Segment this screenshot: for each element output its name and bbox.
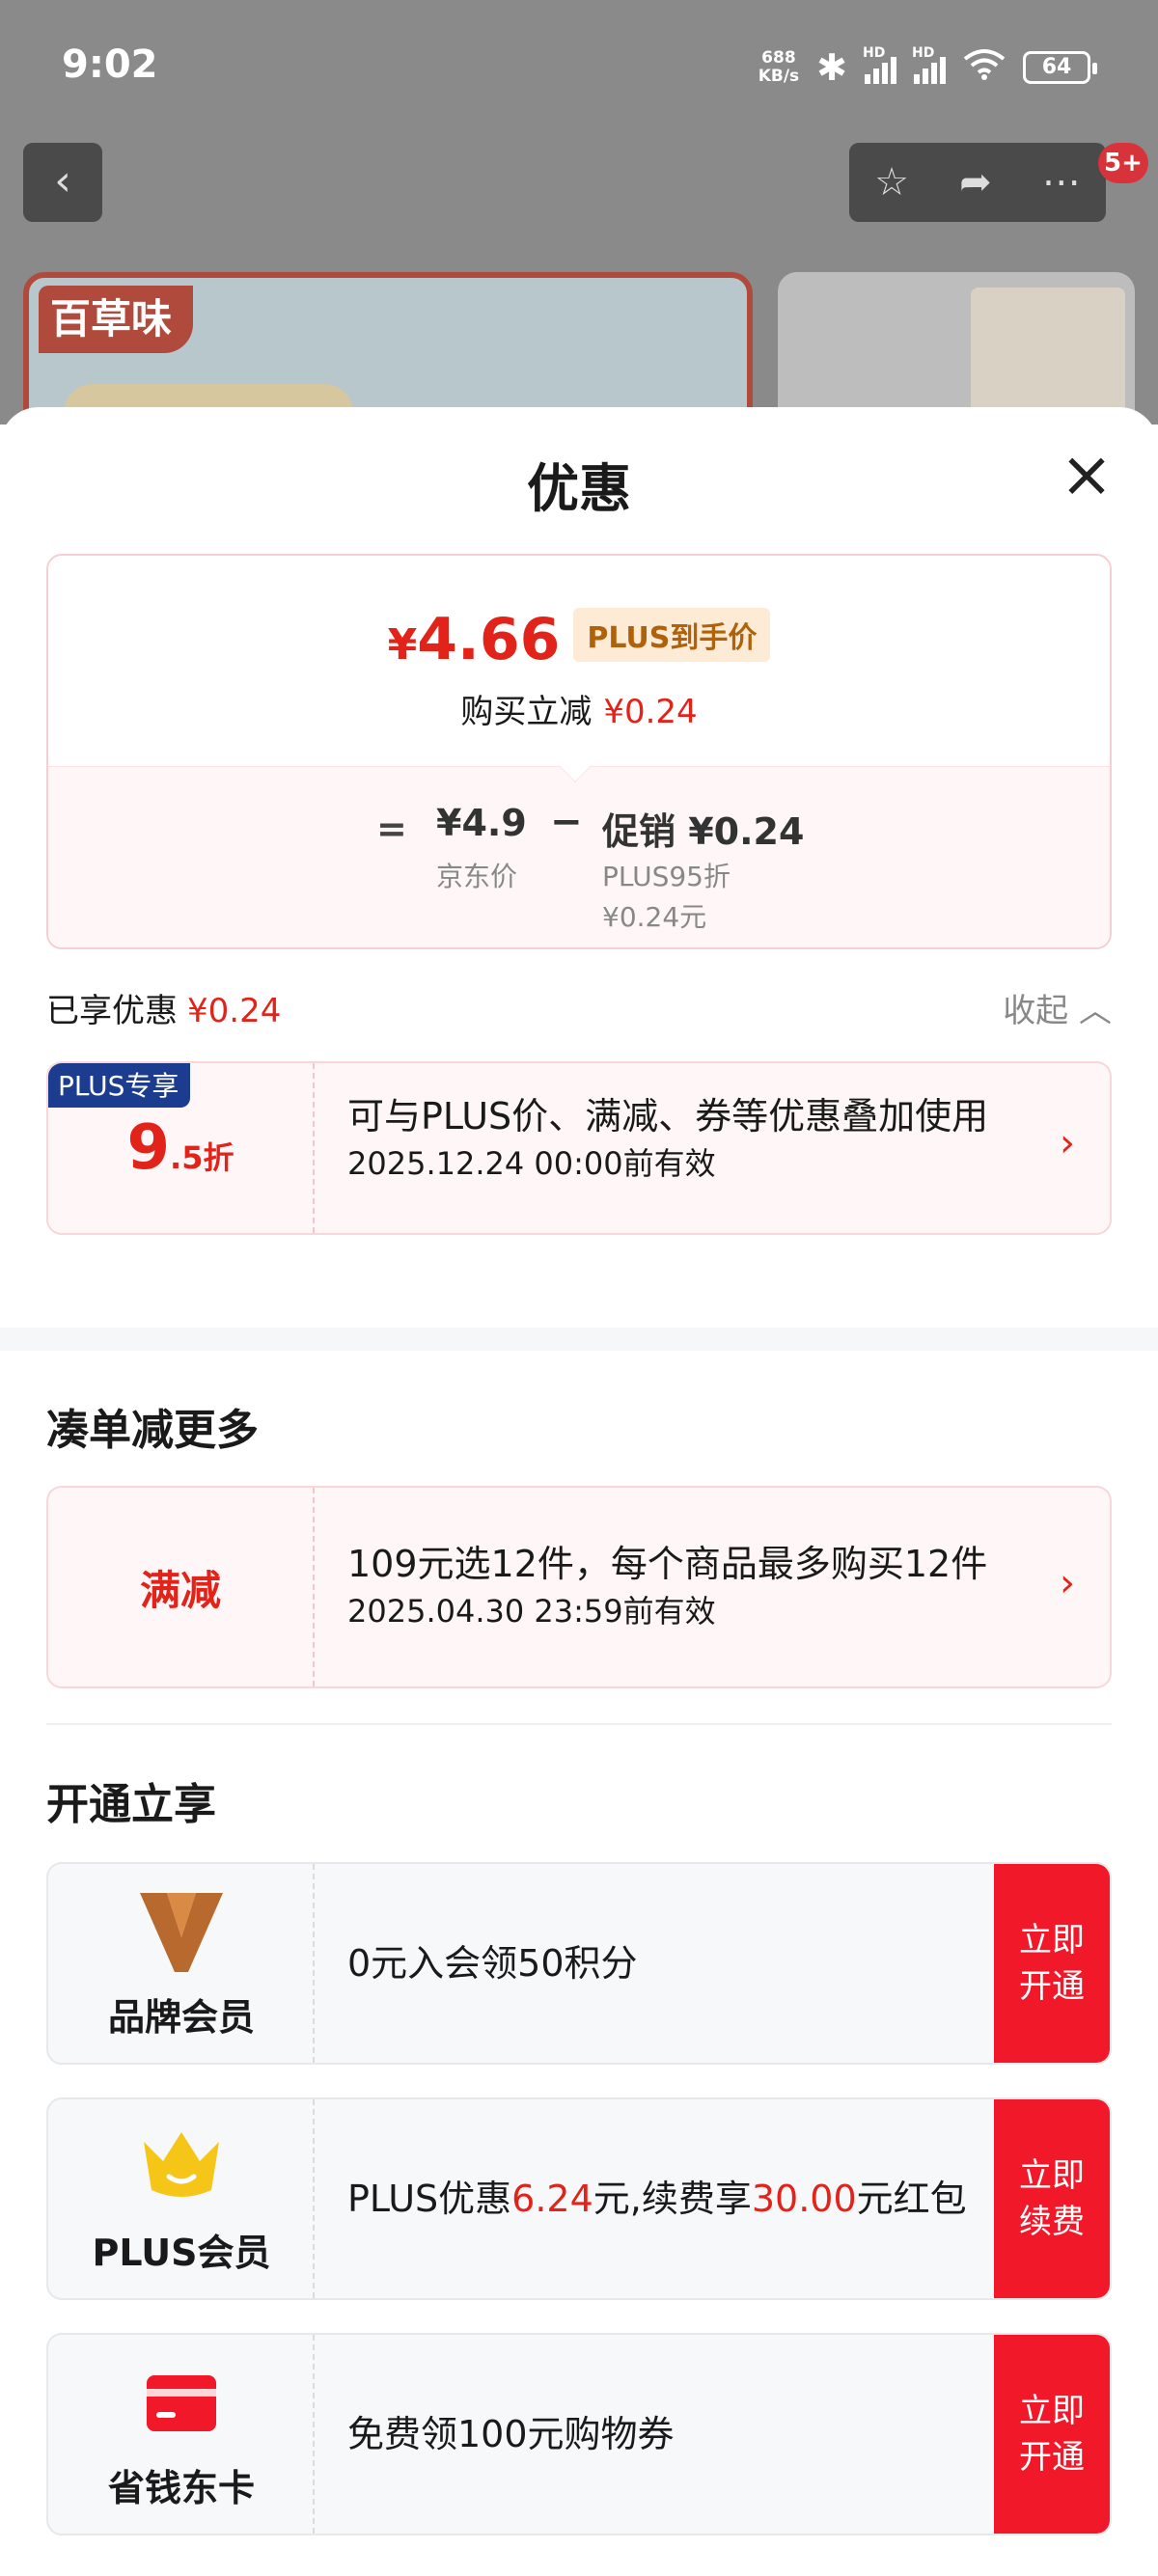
plus-discount-coupon[interactable]: 9.5折 PLUS专享 可与PLUS价、满减、券等优惠叠加使用 2025.12.… xyxy=(46,1061,1112,1235)
brand-member-card: 品牌会员 0元入会领50积分 立即开通 xyxy=(46,1862,1112,2065)
renew-plus-button[interactable]: 立即续费 xyxy=(994,2099,1110,2298)
section-divider xyxy=(0,1328,1158,1351)
back-button[interactable]: ‹ xyxy=(23,143,102,222)
background-page: 9:02 688 KB/s ✱ HD HD 64 ‹ ☆ ➦ ⋯ 5+ 百草味 xyxy=(0,0,1158,425)
final-price: ¥4.66 PLUS到手价 xyxy=(48,606,1110,673)
full-reduction-coupon[interactable]: 满减 109元选12件，每个商品最多购买12件 2025.04.30 23:59… xyxy=(46,1486,1112,1688)
more-icon[interactable]: ⋯ xyxy=(1042,160,1081,205)
coupon-validity: 2025.12.24 00:00前有效 xyxy=(347,1145,716,1182)
message-badge: 5+ xyxy=(1098,143,1148,183)
member-description: PLUS优惠6.24元,续费享30.00元红包 xyxy=(347,2178,967,2220)
discount-sheet: 优惠 × ¥4.66 PLUS到手价 购买立减 ¥0.24 = ¥4.9 京东价 −… xyxy=(0,407,1158,2576)
promo-detail: PLUS95折 xyxy=(602,861,731,892)
jd-price: ¥4.9 xyxy=(436,802,527,844)
promo-amount: 促销 ¥0.24 xyxy=(602,810,805,853)
open-section-title: 开通立享 xyxy=(46,1780,216,1829)
price-summary-card: ¥4.66 PLUS到手价 购买立减 ¥0.24 = ¥4.9 京东价 − 促销 ¥… xyxy=(46,554,1112,949)
full-reduction-label: 满减 xyxy=(139,1566,221,1614)
member-description: 免费领100元购物券 xyxy=(347,2413,675,2455)
share-icon[interactable]: ➦ xyxy=(959,160,992,205)
coupon-validity: 2025.04.30 23:59前有效 xyxy=(347,1593,716,1630)
chevron-right-icon: › xyxy=(1060,1121,1075,1165)
chevron-right-icon: › xyxy=(1060,1561,1075,1605)
signal-icon: HD xyxy=(863,45,896,84)
price-breakdown: = ¥4.9 京东价 − 促销 ¥0.24 PLUS95折 ¥0.24元 xyxy=(48,766,1110,947)
product-image: 百草味 xyxy=(23,272,753,425)
card-icon xyxy=(48,2362,315,2449)
open-card-button[interactable]: 立即开通 xyxy=(994,2335,1110,2534)
more-section-title: 凑单减更多 xyxy=(46,1406,259,1455)
brand-logo: 百草味 xyxy=(39,286,193,353)
member-name: 省钱东卡 xyxy=(107,2467,255,2509)
plus-exclusive-badge: PLUS专享 xyxy=(48,1063,191,1108)
open-membership-button[interactable]: 立即开通 xyxy=(994,1864,1110,2063)
star-icon[interactable]: ☆ xyxy=(874,160,909,205)
saving-card-member: 省钱东卡 免费领100元购物券 立即开通 xyxy=(46,2333,1112,2535)
bluetooth-icon: ✱ xyxy=(816,46,847,89)
coupon-description: 109元选12件，每个商品最多购买12件 xyxy=(347,1543,988,1585)
plus-member-card: PLUS会员 PLUS优惠6.24元,续费享30.00元红包 立即续费 xyxy=(46,2097,1112,2300)
member-name: 品牌会员 xyxy=(107,1996,255,2039)
brand-member-icon xyxy=(48,1891,315,1978)
coupon-description: 可与PLUS价、满减、券等优惠叠加使用 xyxy=(347,1095,989,1137)
product-image-2 xyxy=(778,272,1135,425)
enjoyed-discount: 已享优惠 ¥0.24 xyxy=(46,992,282,1030)
plus-price-tag: PLUS到手价 xyxy=(573,608,771,662)
promo-detail-amount: ¥0.24元 xyxy=(602,901,707,933)
status-icons: 688 KB/s ✱ HD HD 64 xyxy=(758,45,1097,89)
signal-icon-2: HD xyxy=(912,45,946,84)
member-name: PLUS会员 xyxy=(92,2232,271,2274)
status-time: 9:02 xyxy=(62,42,158,87)
jd-price-label: 京东价 xyxy=(436,861,518,892)
network-speed: 688 KB/s xyxy=(758,48,800,86)
battery-icon: 64 xyxy=(1023,51,1097,84)
close-icon[interactable]: × xyxy=(1058,443,1116,507)
reduce-line: 购买立减 ¥0.24 xyxy=(460,693,698,731)
divider xyxy=(46,1723,1112,1725)
collapse-button[interactable]: 收起 ︿ xyxy=(1003,984,1112,1031)
top-actions: ☆ ➦ ⋯ xyxy=(849,143,1106,222)
member-description: 0元入会领50积分 xyxy=(347,1942,638,1985)
status-bar: 9:02 688 KB/s ✱ HD HD 64 xyxy=(0,0,1158,135)
wifi-icon xyxy=(963,46,1006,89)
crown-icon xyxy=(48,2126,315,2213)
sheet-title: 优惠 xyxy=(527,458,631,519)
discount-rate: 9.5折 xyxy=(126,1112,234,1184)
